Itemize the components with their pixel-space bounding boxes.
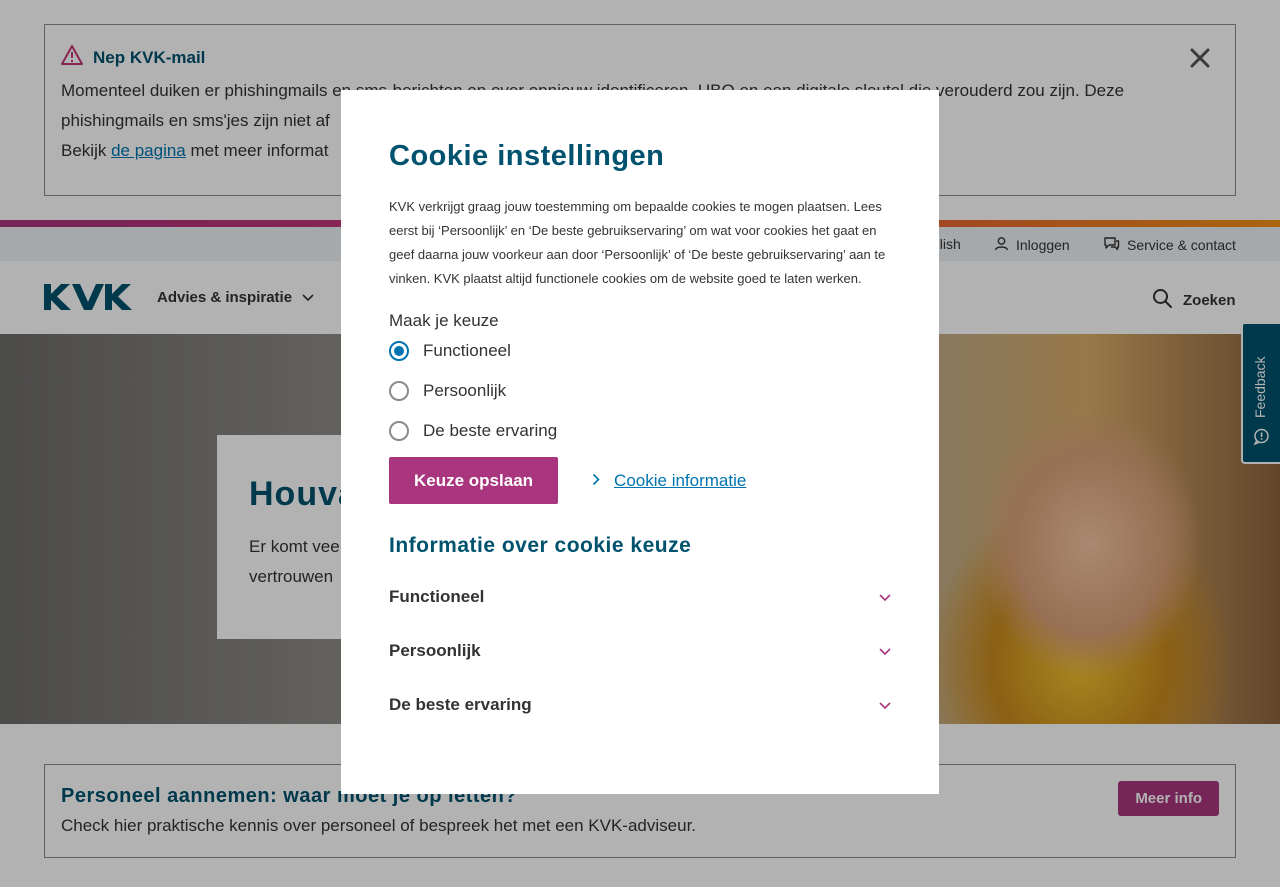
radio-button[interactable] xyxy=(389,381,409,401)
accordion-label: Functioneel xyxy=(389,587,485,606)
radio-button[interactable] xyxy=(389,421,409,441)
cookie-actions: Keuze opslaan Cookie informatie xyxy=(389,457,891,504)
chevron-down-icon xyxy=(879,587,891,607)
radio-persoonlijk[interactable]: Persoonlijk xyxy=(389,371,891,411)
accordion-label: De beste ervaring xyxy=(389,695,532,714)
radio-label: Functioneel xyxy=(423,341,511,360)
chevron-down-icon xyxy=(879,695,891,715)
save-choice-button[interactable]: Keuze opslaan xyxy=(389,457,559,504)
accordion-label: Persoonlijk xyxy=(389,641,481,660)
cookie-modal-title: Cookie instellingen xyxy=(389,140,665,172)
cookie-modal-intro: KVK verkrijgt graag jouw toestemming om … xyxy=(389,199,886,286)
choice-label: Maak je keuze xyxy=(389,311,499,330)
radio-beste-ervaring[interactable]: De beste ervaring xyxy=(389,411,891,451)
radio-button-checked[interactable] xyxy=(389,341,409,361)
chevron-down-icon xyxy=(879,641,891,661)
radio-functioneel[interactable]: Functioneel xyxy=(389,331,891,371)
cookie-modal: Cookie instellingen KVK verkrijgt graag … xyxy=(341,90,939,794)
cookie-info-title: Informatie over cookie keuze xyxy=(389,534,692,557)
accordion-functioneel[interactable]: Functioneel xyxy=(389,570,891,624)
accordion-persoonlijk[interactable]: Persoonlijk xyxy=(389,624,891,678)
accordion-beste-ervaring[interactable]: De beste ervaring xyxy=(389,678,891,732)
chevron-right-icon xyxy=(592,471,600,491)
radio-label: De beste ervaring xyxy=(423,421,558,440)
radio-label: Persoonlijk xyxy=(423,381,507,400)
cookie-info-label: Cookie informatie xyxy=(614,470,747,490)
cookie-info-link[interactable]: Cookie informatie xyxy=(592,471,746,491)
